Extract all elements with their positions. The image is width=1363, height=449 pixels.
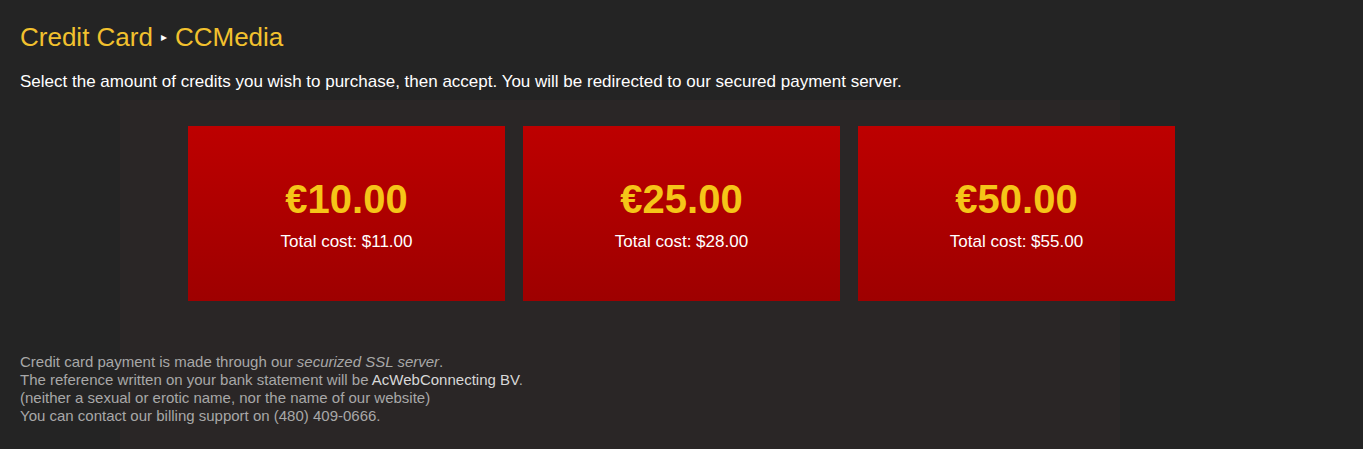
billing-notes: Credit card payment is made through our … [20,353,1343,425]
note-segment: Credit card payment is made through our [20,353,297,370]
header-title: Credit Card [20,22,153,52]
billing-note-line: The reference written on your bank state… [20,371,1343,389]
total-cost-label: Total cost: $11.00 [281,231,413,253]
separator-icon: ▸ [161,22,167,52]
note-segment: (neither a sexual or erotic name, nor th… [20,389,430,406]
page-header: Credit Card ▸ CCMedia [20,22,1343,52]
amount-label: €25.00 [620,175,742,223]
note-segment: . [519,371,523,388]
note-segment: . [439,353,443,370]
instruction-text: Select the amount of credits you wish to… [20,71,1343,93]
billing-note-line: You can contact our billing support on (… [20,407,1343,425]
credit-option-card[interactable]: €25.00 Total cost: $28.00 [523,126,840,301]
note-segment: securized SSL server [297,353,439,370]
credit-option-card[interactable]: €50.00 Total cost: $55.00 [858,126,1175,301]
credit-options: €10.00 Total cost: $11.00 €25.00 Total cost… [0,126,1363,301]
total-cost-label: Total cost: $28.00 [615,231,748,253]
note-segment: AcWebConnecting BV [372,371,519,388]
amount-label: €50.00 [955,175,1077,223]
note-segment: The reference written on your bank state… [20,371,372,388]
billing-note-line: Credit card payment is made through our … [20,353,1343,371]
provider-name: CCMedia [175,22,283,52]
billing-note-line: (neither a sexual or erotic name, nor th… [20,389,1343,407]
credit-option-card[interactable]: €10.00 Total cost: $11.00 [188,126,505,301]
total-cost-label: Total cost: $55.00 [950,231,1083,253]
note-segment: You can contact our billing support on (… [20,407,381,424]
amount-label: €10.00 [285,175,407,223]
